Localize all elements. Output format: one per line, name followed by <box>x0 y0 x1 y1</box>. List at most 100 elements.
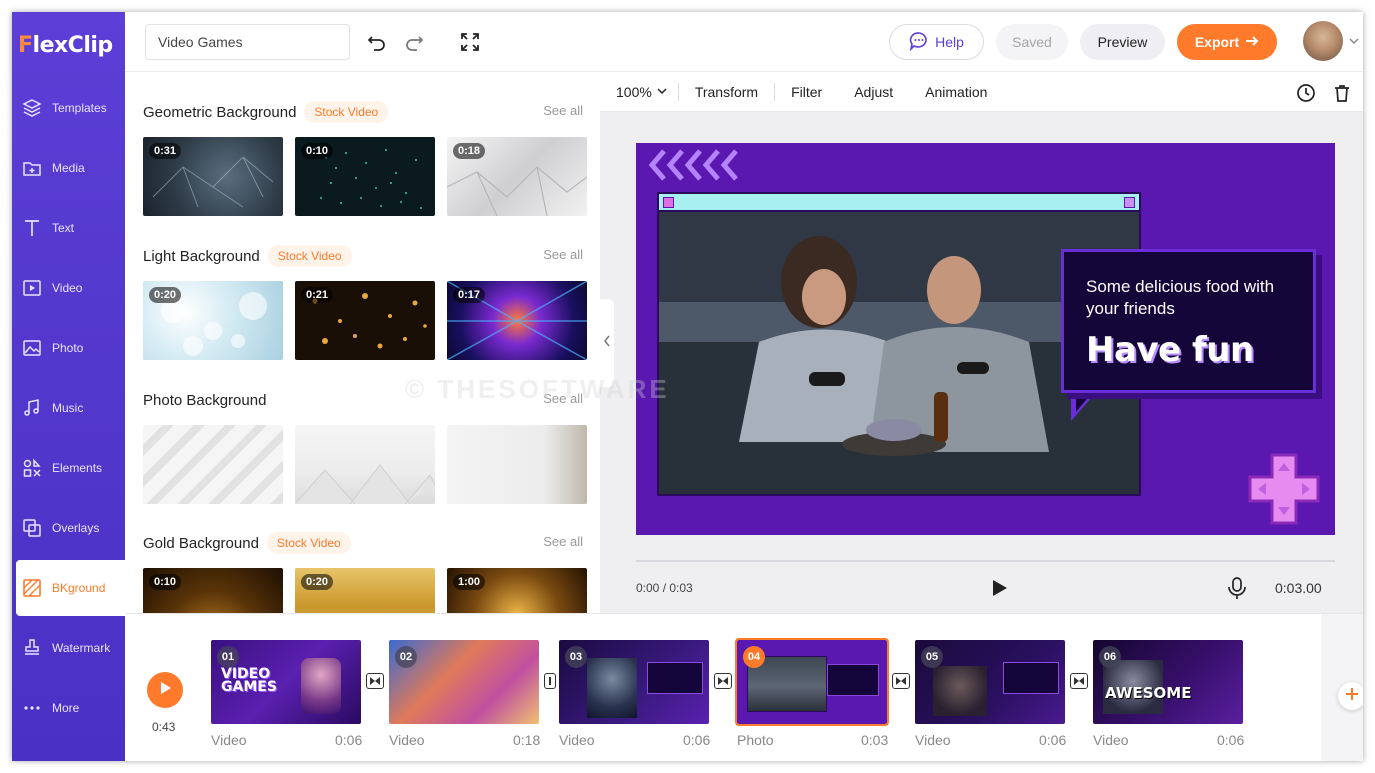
timeline-clip[interactable]: 05 <box>915 640 1065 724</box>
timeline-clip[interactable]: AWESOME 06 <box>1093 640 1243 724</box>
canvas-subtitle[interactable]: Some delicious food with your friends <box>1086 276 1301 320</box>
window-titlebar <box>659 194 1139 212</box>
thumbnail[interactable] <box>295 425 435 504</box>
sidebar-item-elements[interactable]: Elements <box>12 440 125 496</box>
transition-icon[interactable] <box>1070 673 1088 689</box>
preview-button[interactable]: Preview <box>1080 24 1165 60</box>
stock-video-tag: Stock Video <box>267 245 352 267</box>
arrow-right-icon <box>1245 34 1259 51</box>
timeline-clip-active[interactable]: 04 <box>735 638 889 726</box>
project-name-input[interactable] <box>145 24 350 60</box>
thumbnail[interactable]: 0:17 <box>447 281 587 360</box>
duration-badge: 1:00 <box>453 574 486 590</box>
canvas-headline[interactable]: Have fun <box>1086 330 1254 370</box>
duration-badge: 0:10 <box>149 574 182 590</box>
sidebar-item-label: Text <box>52 221 75 235</box>
play-icon[interactable] <box>988 577 1010 599</box>
timeline-clip[interactable]: 02 <box>389 640 539 724</box>
sidebar-item-video[interactable]: Video <box>12 260 125 316</box>
more-icon <box>20 696 44 720</box>
clip-artwork-gamers <box>933 666 987 716</box>
image-icon <box>20 336 44 360</box>
avatar[interactable] <box>1303 21 1343 61</box>
sidebar-item-music[interactable]: Music <box>12 380 125 436</box>
trash-icon[interactable] <box>1331 82 1353 104</box>
flexclip-logo[interactable]: FlexClip <box>18 30 113 60</box>
clock-icon[interactable] <box>1295 82 1317 104</box>
thumbnail[interactable] <box>143 425 283 504</box>
clip-number: 06 <box>1099 646 1121 668</box>
saved-button[interactable]: Saved <box>996 24 1068 60</box>
thumbnail[interactable]: 0:31 <box>143 137 283 216</box>
sidebar-item-text[interactable]: Text <box>12 200 125 256</box>
transition-icon[interactable] <box>366 673 384 689</box>
music-icon <box>20 396 44 420</box>
clip-length: 0:06 <box>335 732 363 748</box>
speech-bubble[interactable]: Some delicious food with your friends Ha… <box>1061 249 1316 393</box>
chat-icon <box>909 31 929 54</box>
thumbnail[interactable]: 1:00 <box>447 568 587 613</box>
microphone-icon[interactable] <box>1226 576 1248 600</box>
stock-video-tag: Stock Video <box>266 532 351 554</box>
see-all-link[interactable]: See all <box>543 103 583 118</box>
play-button[interactable] <box>147 672 183 708</box>
undo-icon[interactable] <box>365 30 389 54</box>
dpad-icon <box>1246 451 1322 532</box>
sidebar-item-bkground[interactable]: BKground <box>16 560 125 616</box>
sidebar-item-label: Video <box>52 281 83 295</box>
see-all-link[interactable]: See all <box>543 247 583 262</box>
thumbnail[interactable]: 0:21 <box>295 281 435 360</box>
current-time: 0:00 / 0:03 <box>636 581 693 595</box>
window-close-icon <box>1124 197 1135 208</box>
timeline: 0:43 VIDEO GAMES 01 Video 0:06 02 Video 0… <box>125 613 1363 761</box>
thumbnail[interactable]: 0:10 <box>295 137 435 216</box>
transform-tool[interactable]: Transform <box>679 84 774 100</box>
sidebar-item-label: BKground <box>52 581 106 595</box>
sidebar-item-media[interactable]: Media <box>12 140 125 196</box>
editor-area: 100% Transform Filter Adjust Animation S… <box>600 72 1363 613</box>
export-button[interactable]: Export <box>1177 24 1277 60</box>
sidebar-item-overlays[interactable]: Overlays <box>12 500 125 556</box>
section-title: Gold Background <box>143 534 259 552</box>
see-all-link[interactable]: See all <box>543 534 583 549</box>
playback-progress[interactable] <box>636 560 1335 562</box>
sidebar-item-label: Overlays <box>52 521 100 535</box>
zoom-select[interactable]: 100% <box>600 84 678 100</box>
redo-icon[interactable] <box>402 30 426 54</box>
thumbnail[interactable] <box>447 425 587 504</box>
animation-tool[interactable]: Animation <box>909 84 1003 100</box>
thumbnail[interactable]: 0:20 <box>295 568 435 613</box>
help-button[interactable]: Help <box>889 24 984 60</box>
help-label: Help <box>935 34 964 50</box>
sidebar-item-more[interactable]: More <box>12 680 125 736</box>
duration-badge: 0:21 <box>301 287 334 303</box>
adjust-tool[interactable]: Adjust <box>838 84 909 100</box>
timeline-clip[interactable]: VIDEO GAMES 01 <box>211 640 361 724</box>
video-icon <box>20 276 44 300</box>
clip-number: 02 <box>395 646 417 668</box>
sidebar-item-photo[interactable]: Photo <box>12 320 125 376</box>
timeline-clip[interactable]: 03 <box>559 640 709 724</box>
overlays-icon <box>20 516 44 540</box>
thumbnail[interactable]: 0:18 <box>447 137 587 216</box>
logo-text: lexClip <box>32 32 114 58</box>
sidebar-item-label: Music <box>52 401 84 415</box>
fullscreen-icon[interactable] <box>458 30 482 54</box>
thumbnail[interactable]: 0:20 <box>143 281 283 360</box>
add-scene-button[interactable] <box>1338 682 1363 710</box>
preview-canvas[interactable]: Some delicious food with your friends Ha… <box>636 143 1335 535</box>
thumbnail[interactable]: 0:10 <box>143 568 283 613</box>
transition-icon[interactable] <box>544 673 556 689</box>
folder-plus-icon <box>20 156 44 180</box>
sidebar-item-watermark[interactable]: Watermark <box>12 620 125 676</box>
sidebar-item-templates[interactable]: Templates <box>12 80 125 136</box>
sidebar-item-label: Photo <box>52 341 84 355</box>
clip-artwork-textbox <box>1003 662 1059 694</box>
filter-tool[interactable]: Filter <box>775 84 838 100</box>
clip-artwork-person <box>301 658 341 714</box>
chevron-down-icon[interactable] <box>1347 34 1361 48</box>
transition-icon[interactable] <box>714 673 732 689</box>
transition-icon[interactable] <box>892 673 910 689</box>
clip-artwork-textbox <box>827 664 879 696</box>
duration-badge: 0:18 <box>453 143 486 159</box>
